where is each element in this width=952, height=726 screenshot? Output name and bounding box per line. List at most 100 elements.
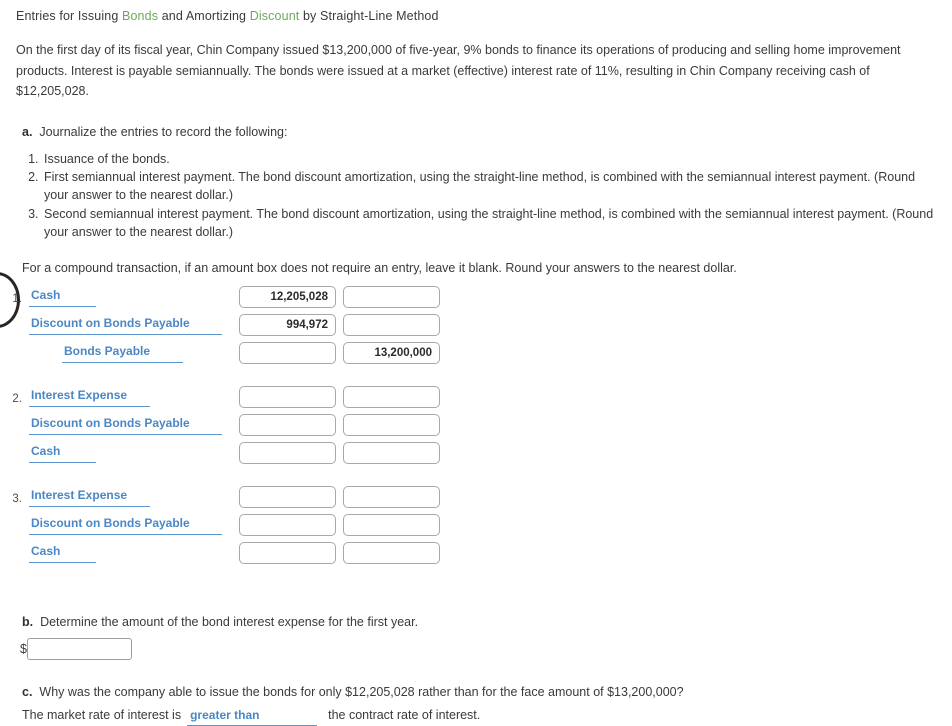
- glossary-link-discount[interactable]: Discount: [250, 9, 300, 23]
- page-title-part-3: by Straight-Line Method: [299, 9, 439, 23]
- account-select[interactable]: Interest Expense: [29, 387, 150, 407]
- debit-cell: [239, 513, 343, 536]
- credit-input[interactable]: [343, 385, 440, 408]
- account-cell: Interest Expense: [29, 486, 239, 507]
- account-cell: Cash: [29, 542, 239, 563]
- debit-input[interactable]: [239, 285, 336, 308]
- part-c-answer-row: The market rate of interest is greater t…: [0, 703, 952, 726]
- account-select[interactable]: Cash: [29, 287, 96, 307]
- debit-input[interactable]: [239, 513, 336, 536]
- entry-number-spacer: .: [0, 442, 22, 461]
- debit-input[interactable]: [239, 341, 336, 364]
- debit-input[interactable]: [239, 385, 336, 408]
- credit-cell: [343, 485, 447, 508]
- account-select[interactable]: Cash: [29, 443, 96, 463]
- debit-input[interactable]: [239, 485, 336, 508]
- part-c-text: Why was the company able to issue the bo…: [39, 684, 684, 699]
- credit-input[interactable]: [343, 341, 440, 364]
- list-item: First semiannual interest payment. The b…: [42, 168, 936, 205]
- debit-cell: [239, 485, 343, 508]
- account-select[interactable]: Discount on Bonds Payable: [29, 515, 222, 535]
- list-item: Second semiannual interest payment. The …: [42, 205, 936, 242]
- debit-cell: [239, 413, 343, 436]
- debit-input[interactable]: [239, 541, 336, 564]
- entry-number-spacer: .: [0, 314, 22, 333]
- debit-cell: [239, 341, 343, 364]
- account-select[interactable]: Discount on Bonds Payable: [29, 315, 222, 335]
- debit-input[interactable]: [239, 441, 336, 464]
- page-title-part-1: Entries for Issuing: [16, 9, 123, 23]
- credit-cell: [343, 441, 447, 464]
- glossary-link-bonds[interactable]: Bonds: [122, 9, 158, 23]
- debit-cell: [239, 313, 343, 336]
- part-c-label: c.: [22, 684, 33, 699]
- account-cell: Cash: [29, 442, 239, 463]
- table-row: . Bonds Payable: [0, 341, 952, 370]
- problem-statement: On the first day of its fiscal year, Chi…: [16, 43, 901, 98]
- entry-number: 3.: [12, 492, 22, 505]
- part-b-label: b.: [22, 614, 34, 629]
- account-select[interactable]: Discount on Bonds Payable: [29, 415, 222, 435]
- table-row: 3. Interest Expense: [0, 485, 952, 514]
- debit-cell: [239, 385, 343, 408]
- credit-input[interactable]: [343, 441, 440, 464]
- part-a-instruction: a. Journalize the entries to record the …: [0, 102, 952, 141]
- table-row: . Cash: [0, 441, 952, 470]
- table-row: . Discount on Bonds Payable: [0, 513, 952, 542]
- table-row: . Discount on Bonds Payable: [0, 313, 952, 342]
- bond-interest-expense-input[interactable]: [26, 637, 132, 660]
- compound-transaction-note: For a compound transaction, if an amount…: [22, 260, 737, 275]
- debit-input[interactable]: [239, 313, 336, 336]
- part-b-answer-row: $: [0, 631, 952, 660]
- part-b-instruction: b. Determine the amount of the bond inte…: [0, 586, 952, 631]
- rate-comparison-select[interactable]: greater than: [187, 708, 318, 726]
- part-a-requirements-list: Issuance of the bonds. First semiannual …: [0, 150, 952, 242]
- part-c-answer-prefix: The market rate of interest is: [22, 707, 182, 722]
- journal-entry-group-2: 2. Interest Expense . Discount on Bonds …: [0, 385, 952, 470]
- credit-input[interactable]: [343, 313, 440, 336]
- debit-input[interactable]: [239, 413, 336, 436]
- journal-entry-table: 1. Cash . Discount on Bonds Payable: [0, 285, 952, 570]
- account-cell: Interest Expense: [29, 386, 239, 407]
- debit-cell: [239, 541, 343, 564]
- entry-number-spacer: .: [0, 414, 22, 433]
- credit-cell: [343, 541, 447, 564]
- exercise-page: Entries for Issuing Bonds and Amortizing…: [0, 0, 952, 726]
- credit-cell: [343, 285, 447, 308]
- entry-number-spacer: .: [0, 514, 22, 533]
- credit-input[interactable]: [343, 513, 440, 536]
- part-c-answer-suffix: the contract rate of interest.: [328, 707, 481, 722]
- table-row: 1. Cash: [0, 285, 952, 314]
- credit-cell: [343, 341, 447, 364]
- table-row: . Cash: [0, 541, 952, 570]
- account-select[interactable]: Cash: [29, 543, 96, 563]
- part-c-instruction: c. Why was the company able to issue the…: [0, 660, 952, 703]
- list-item: Issuance of the bonds.: [42, 150, 936, 168]
- entry-number-spacer: .: [0, 542, 22, 561]
- table-row: . Discount on Bonds Payable: [0, 413, 952, 442]
- account-select[interactable]: Interest Expense: [29, 487, 150, 507]
- account-cell: Discount on Bonds Payable: [29, 514, 239, 535]
- entry-number: 1.: [12, 292, 22, 305]
- credit-cell: [343, 413, 447, 436]
- part-b-text: Determine the amount of the bond interes…: [40, 614, 419, 629]
- debit-cell: [239, 285, 343, 308]
- account-select[interactable]: Bonds Payable: [62, 343, 183, 363]
- credit-cell: [343, 313, 447, 336]
- credit-cell: [343, 513, 447, 536]
- credit-cell: [343, 385, 447, 408]
- journal-entry-group-3: 3. Interest Expense . Discount on Bonds …: [0, 485, 952, 570]
- account-cell: Discount on Bonds Payable: [29, 414, 239, 435]
- part-a-label: a.: [22, 124, 33, 139]
- entry-number-spacer: .: [0, 342, 22, 361]
- page-title-part-2: and Amortizing: [158, 9, 250, 23]
- credit-input[interactable]: [343, 541, 440, 564]
- page-title: Entries for Issuing Bonds and Amortizing…: [0, 0, 952, 23]
- part-a-text: Journalize the entries to record the fol…: [39, 124, 288, 139]
- credit-input[interactable]: [343, 413, 440, 436]
- credit-input[interactable]: [343, 485, 440, 508]
- debit-cell: [239, 441, 343, 464]
- entry-number: 2.: [12, 392, 22, 405]
- account-cell: Discount on Bonds Payable: [29, 314, 239, 335]
- credit-input[interactable]: [343, 285, 440, 308]
